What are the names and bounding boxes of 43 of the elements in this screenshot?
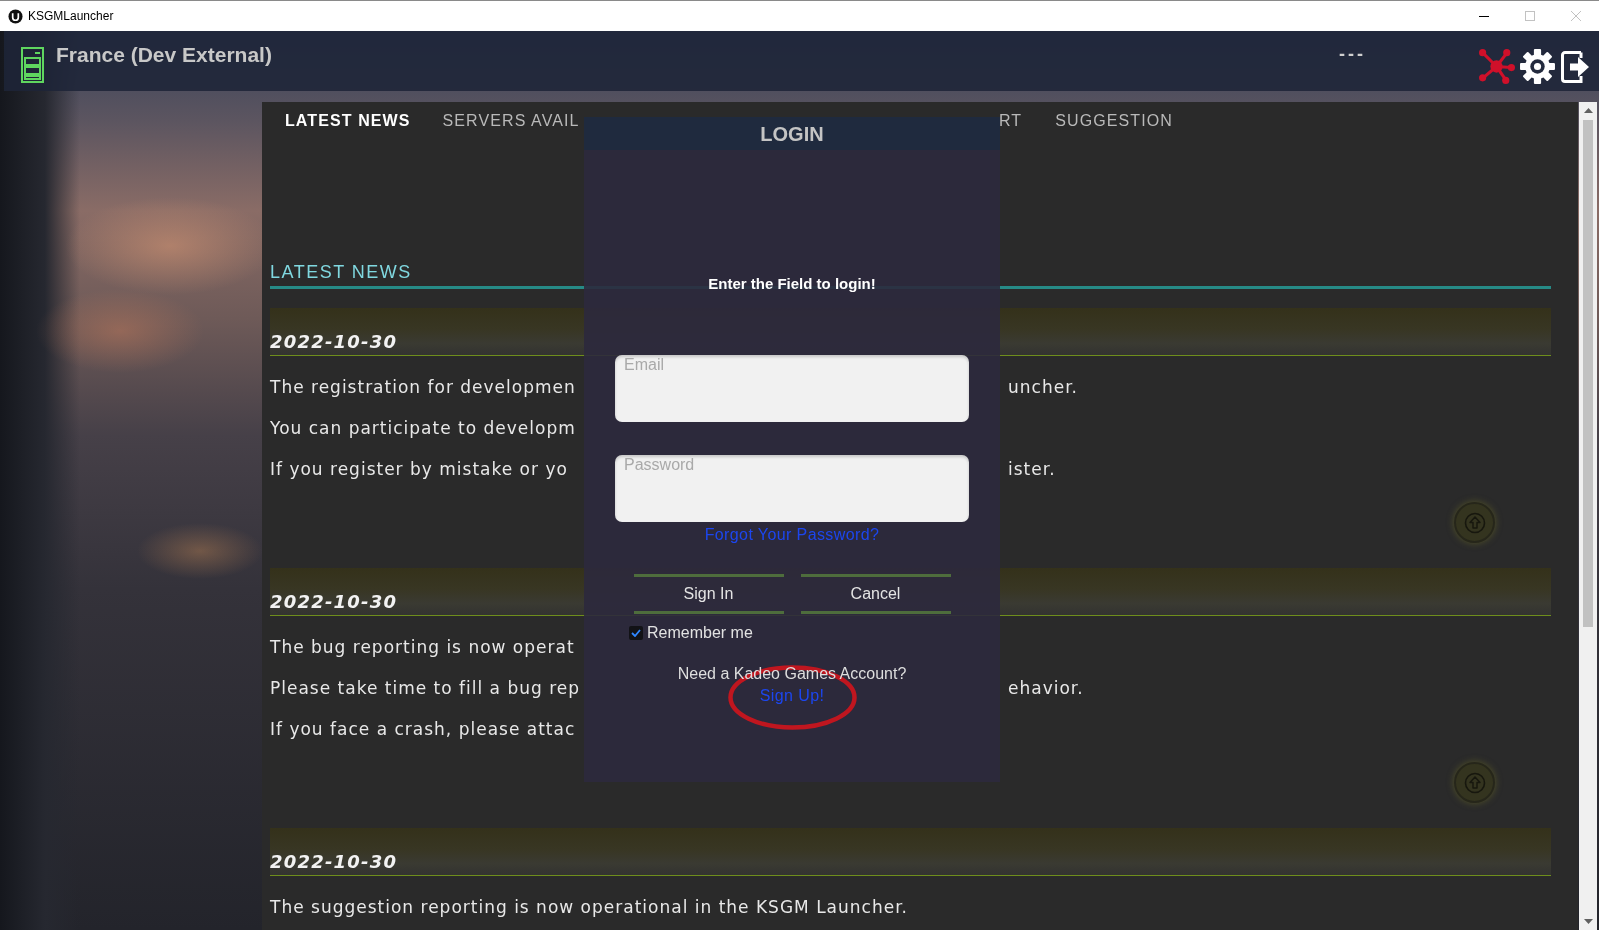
cancel-button[interactable]: Cancel: [800, 574, 951, 614]
post-date: 2022-10-30: [270, 331, 398, 354]
maximize-icon: [1525, 11, 1535, 21]
tab[interactable]: RT: [999, 111, 1023, 131]
tab[interactable]: LATEST NEWS: [285, 111, 411, 131]
logout-icon[interactable]: [1560, 49, 1590, 84]
section-heading: LATEST NEWS: [270, 261, 412, 283]
news-text: If you face a crash, please attac: [270, 718, 576, 739]
news-text: ehavior.: [1008, 677, 1084, 698]
tab[interactable]: SERVERS AVAIL: [442, 111, 580, 131]
checkmark-icon: [631, 629, 641, 637]
up-arrow-button[interactable]: [1454, 502, 1495, 543]
password-field[interactable]: Password: [615, 455, 969, 522]
tab[interactable]: SUGGESTION: [1055, 111, 1173, 131]
remember-me-checkbox[interactable]: [629, 626, 643, 640]
app-logo-icon: [8, 8, 23, 24]
news-text: You can participate to developm: [270, 417, 576, 438]
remember-me-label[interactable]: Remember me: [647, 624, 753, 642]
news-text: ister.: [1008, 458, 1056, 479]
close-icon: [1571, 11, 1581, 21]
news-text: The registration for developmen: [270, 376, 576, 397]
dialog-title: LOGIN: [760, 121, 824, 146]
post-date: 2022-10-30: [270, 591, 398, 614]
status-text: ---: [1339, 44, 1366, 64]
up-arrow-button[interactable]: [1454, 762, 1495, 803]
news-text: uncher.: [1008, 376, 1078, 397]
server-name: France (Dev External): [56, 42, 272, 67]
news-text: The suggestion reporting is now operational in the KSGM Launcher.: [270, 896, 908, 917]
news-text: If you register by mistake or yo: [270, 458, 568, 479]
scroll-up-arrow-icon[interactable]: [1583, 108, 1593, 113]
scroll-down-arrow-icon[interactable]: [1583, 919, 1593, 924]
minimize-icon: [1479, 15, 1489, 17]
news-text: The bug reporting is now operat: [270, 636, 575, 657]
sign-in-button[interactable]: Sign In: [633, 574, 784, 614]
settings-icon[interactable]: [1519, 48, 1556, 85]
login-prompt: Enter the Field to login!: [708, 274, 876, 294]
post-date: 2022-10-30: [270, 851, 398, 874]
server-rack-icon: [21, 47, 44, 83]
window-title: KSGMLauncher: [28, 9, 114, 23]
news-text: Please take time to fill a bug rep: [270, 677, 581, 698]
email-field[interactable]: Email: [615, 355, 969, 422]
scrollbar[interactable]: [1579, 102, 1597, 930]
scrollbar-thumb[interactable]: [1583, 120, 1593, 627]
